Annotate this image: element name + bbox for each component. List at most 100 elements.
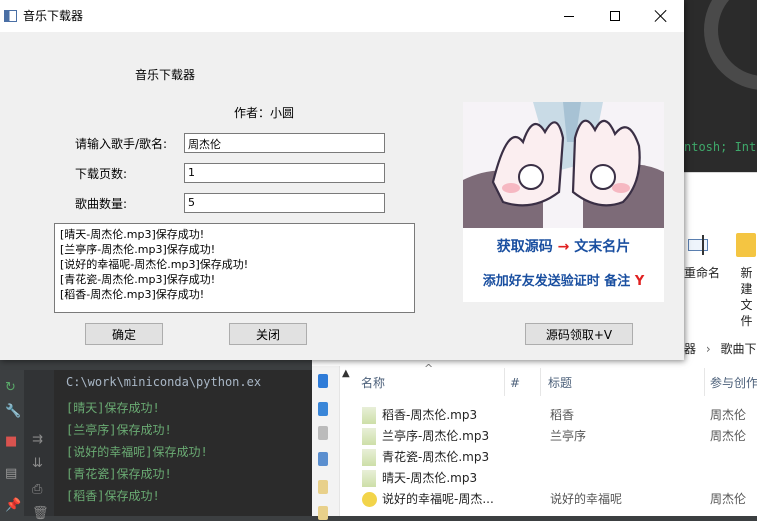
background-art <box>704 0 757 90</box>
column-name[interactable]: 名称 <box>361 366 385 400</box>
background-code-text: ntosh; Int <box>684 140 757 154</box>
file-artist: 周杰伦 <box>710 408 747 422</box>
ide-side-toolbar: ↻ 🔧 ■ ▤ 📌 <box>0 360 24 516</box>
column-divider[interactable] <box>504 368 505 396</box>
file-title: 稻香 <box>550 408 575 422</box>
file-artist: 周杰伦 <box>710 492 747 506</box>
author-label: 作者：小圆 <box>234 106 295 120</box>
scroll-up-arrow[interactable]: ▲ <box>342 368 350 379</box>
file-row[interactable]: 青花瓷-周杰伦.mp3 <box>356 447 757 468</box>
app-icon <box>4 10 17 22</box>
close-button[interactable] <box>638 0 684 32</box>
promo-card: 文末名片 <box>574 239 631 255</box>
music-downloader-window: 音乐下载器 音乐下载器 作者：小圆 请输入歌手/歌名: 周杰伦 下载页数: 1 … <box>0 0 684 360</box>
log-line: [青花瓷-周杰伦.mp3]保存成功! <box>60 273 216 286</box>
explorer-nav-pane <box>312 366 340 520</box>
arrow-icon: → <box>557 239 570 255</box>
close-app-button[interactable]: 关闭 <box>229 323 307 345</box>
layout-icon[interactable]: ▤ <box>5 466 17 481</box>
console-line: [青花瓷]保存成功! <box>66 467 172 481</box>
nav-item-icon[interactable] <box>318 402 328 416</box>
breadcrumb-item[interactable]: 器 <box>684 342 696 356</box>
log-line: [稻香-周杰伦.mp3]保存成功! <box>60 288 205 301</box>
file-row[interactable]: 稻香-周杰伦.mp3 稻香 周杰伦 <box>356 405 757 426</box>
title-bar[interactable]: 音乐下载器 <box>0 0 684 32</box>
console-path: C:\work\miniconda\python.ex <box>66 375 262 389</box>
pages-label: 下载页数: <box>75 167 128 181</box>
minimize-button[interactable] <box>546 0 592 32</box>
print-icon[interactable]: ⎙ <box>32 482 42 497</box>
file-row[interactable]: 晴天-周杰伦.mp3 <box>356 468 757 489</box>
pages-input[interactable]: 1 <box>184 163 385 183</box>
file-name: 青花瓷-周杰伦.mp3 <box>382 450 490 464</box>
column-artist[interactable]: 参与创作 <box>710 366 757 400</box>
file-row[interactable]: 说好的幸福呢-周杰... 说好的幸福呢 周杰伦 <box>356 489 757 510</box>
console-line: [说好的幸福呢]保存成功! <box>66 445 208 459</box>
log-line: [兰亭序-周杰伦.mp3]保存成功! <box>60 243 216 256</box>
promo-text-line2: 添加好友发送验证时 备注 Y <box>463 270 664 289</box>
trash-icon[interactable]: 🗑 <box>32 506 49 521</box>
count-label: 歌曲数量: <box>75 197 128 211</box>
ide-tab-strip <box>24 360 312 370</box>
file-name: 晴天-周杰伦.mp3 <box>382 471 478 485</box>
confirm-button[interactable]: 确定 <box>85 323 163 345</box>
background-media-area: ntosh; Int <box>684 0 757 172</box>
stop-icon[interactable]: ■ <box>5 434 17 449</box>
maximize-icon <box>610 11 620 21</box>
column-divider[interactable] <box>704 368 705 396</box>
console-line: [晴天]保存成功! <box>66 401 160 415</box>
file-icon <box>362 449 376 466</box>
soft-wrap-icon[interactable]: ⇉ <box>32 432 43 447</box>
log-line: [晴天-周杰伦.mp3]保存成功! <box>60 228 205 241</box>
ide-side-toolbar-2: ⇉ ⇊ ⎙ 🗑 <box>24 370 54 521</box>
pin-icon[interactable]: 📌 <box>5 498 21 513</box>
rename-button[interactable]: 重命名 <box>684 265 720 281</box>
file-name: 稻香-周杰伦.mp3 <box>382 408 478 422</box>
file-title: 说好的幸福呢 <box>550 492 623 506</box>
get-source-button[interactable]: 源码领取+V <box>525 323 633 345</box>
column-title[interactable]: 标题 <box>548 366 572 400</box>
new-folder-icon[interactable] <box>736 233 756 257</box>
file-row[interactable]: 兰亭序-周杰伦.mp3 兰亭序 周杰伦 <box>356 426 757 447</box>
count-input[interactable]: 5 <box>184 193 385 213</box>
breadcrumb-item[interactable]: 歌曲下 <box>720 342 756 356</box>
app-heading: 音乐下载器 <box>135 68 196 82</box>
file-icon <box>362 470 376 487</box>
singer-label: 请输入歌手/歌名: <box>75 137 168 151</box>
file-name: 兰亭序-周杰伦.mp3 <box>382 429 490 443</box>
output-log[interactable]: [晴天-周杰伦.mp3]保存成功! [兰亭序-周杰伦.mp3]保存成功! [说好… <box>54 223 415 313</box>
promo-note-code: Y <box>634 274 645 289</box>
promo-image: 获取源码 → 文末名片 添加好友发送验证时 备注 Y <box>463 102 664 302</box>
promo-note: 添加好友发送验证时 备注 <box>482 274 631 289</box>
nav-item-icon[interactable] <box>318 452 328 466</box>
address-bar[interactable]: 器 › 歌曲下 <box>684 332 757 366</box>
breadcrumb-separator: › <box>705 342 711 356</box>
singer-input[interactable]: 周杰伦 <box>184 133 385 153</box>
nav-item-icon[interactable] <box>318 480 328 494</box>
nav-item-icon[interactable] <box>318 426 328 440</box>
column-number[interactable]: # <box>510 366 520 400</box>
explorer-ribbon: 重命名 新建 文件 <box>684 172 757 332</box>
rerun-icon[interactable]: ↻ <box>5 380 16 395</box>
wrench-icon[interactable]: 🔧 <box>5 404 21 419</box>
promo-get-source: 获取源码 <box>496 239 553 255</box>
file-icon <box>362 428 376 445</box>
maximize-button[interactable] <box>592 0 638 32</box>
file-icon <box>362 492 377 507</box>
file-artist: 周杰伦 <box>710 429 747 443</box>
rename-icon[interactable] <box>686 233 712 259</box>
new-folder-button[interactable]: 新建 文件 <box>736 265 757 329</box>
console-line: [稻香]保存成功! <box>66 489 160 503</box>
window-title: 音乐下载器 <box>23 9 84 23</box>
close-icon <box>655 10 667 22</box>
file-title: 兰亭序 <box>550 429 587 443</box>
minimize-icon <box>564 15 574 17</box>
promo-text-line1: 获取源码 → 文末名片 <box>463 236 664 256</box>
anime-hands-illustration <box>463 102 664 228</box>
file-name: 说好的幸福呢-周杰... <box>382 492 494 506</box>
column-divider[interactable] <box>540 368 541 396</box>
scroll-to-end-icon[interactable]: ⇊ <box>32 456 43 471</box>
nav-item-icon[interactable] <box>318 506 328 520</box>
nav-item-icon[interactable] <box>318 374 328 388</box>
log-line: [说好的幸福呢-周杰伦.mp3]保存成功! <box>60 258 249 271</box>
